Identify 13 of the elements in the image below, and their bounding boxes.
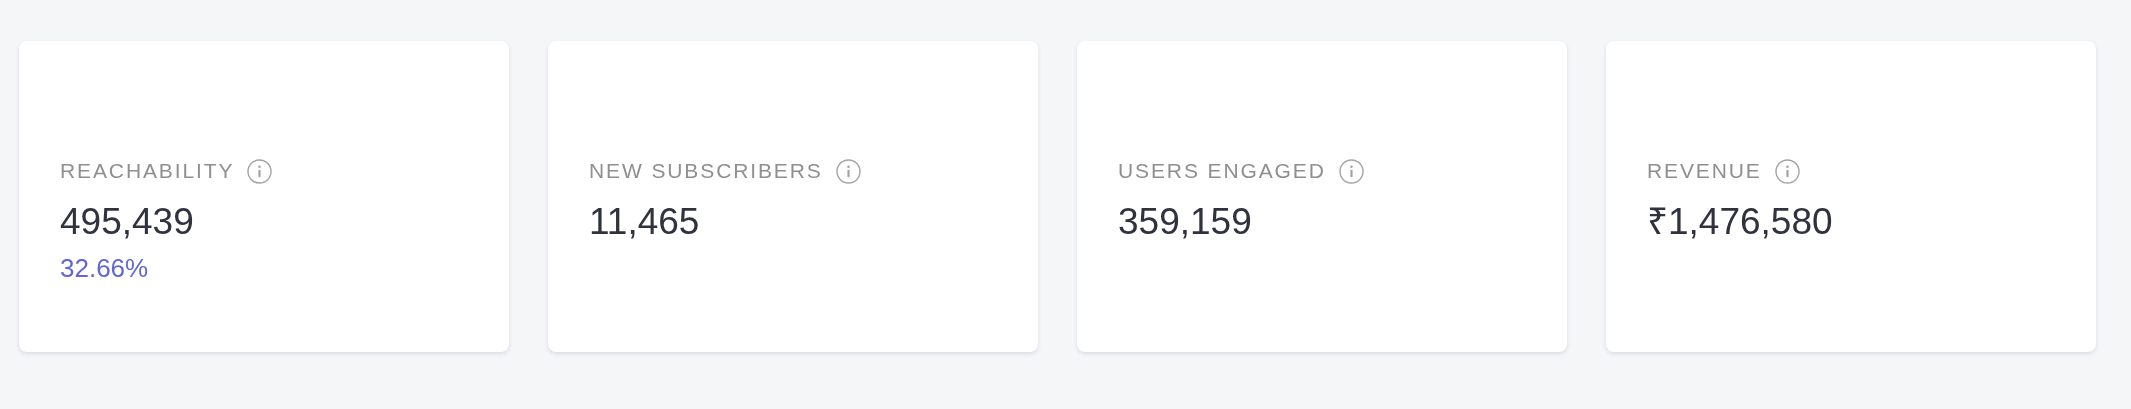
info-icon[interactable]	[1338, 158, 1364, 184]
stat-label: USERS ENGAGED	[1118, 158, 1326, 184]
info-icon[interactable]	[835, 158, 861, 184]
stat-label: NEW SUBSCRIBERS	[589, 158, 823, 184]
stat-value: 11,465	[589, 200, 700, 244]
stat-value: 359,159	[1118, 200, 1252, 244]
stat-change: 32.66%	[60, 252, 149, 284]
stat-value: ₹1,476,580	[1647, 200, 1833, 244]
stat-value: 495,439	[60, 200, 194, 244]
info-icon[interactable]	[247, 158, 273, 184]
stat-label: REVENUE	[1647, 158, 1762, 184]
info-icon[interactable]	[1774, 158, 1800, 184]
stat-label: REACHABILITY	[60, 158, 235, 184]
